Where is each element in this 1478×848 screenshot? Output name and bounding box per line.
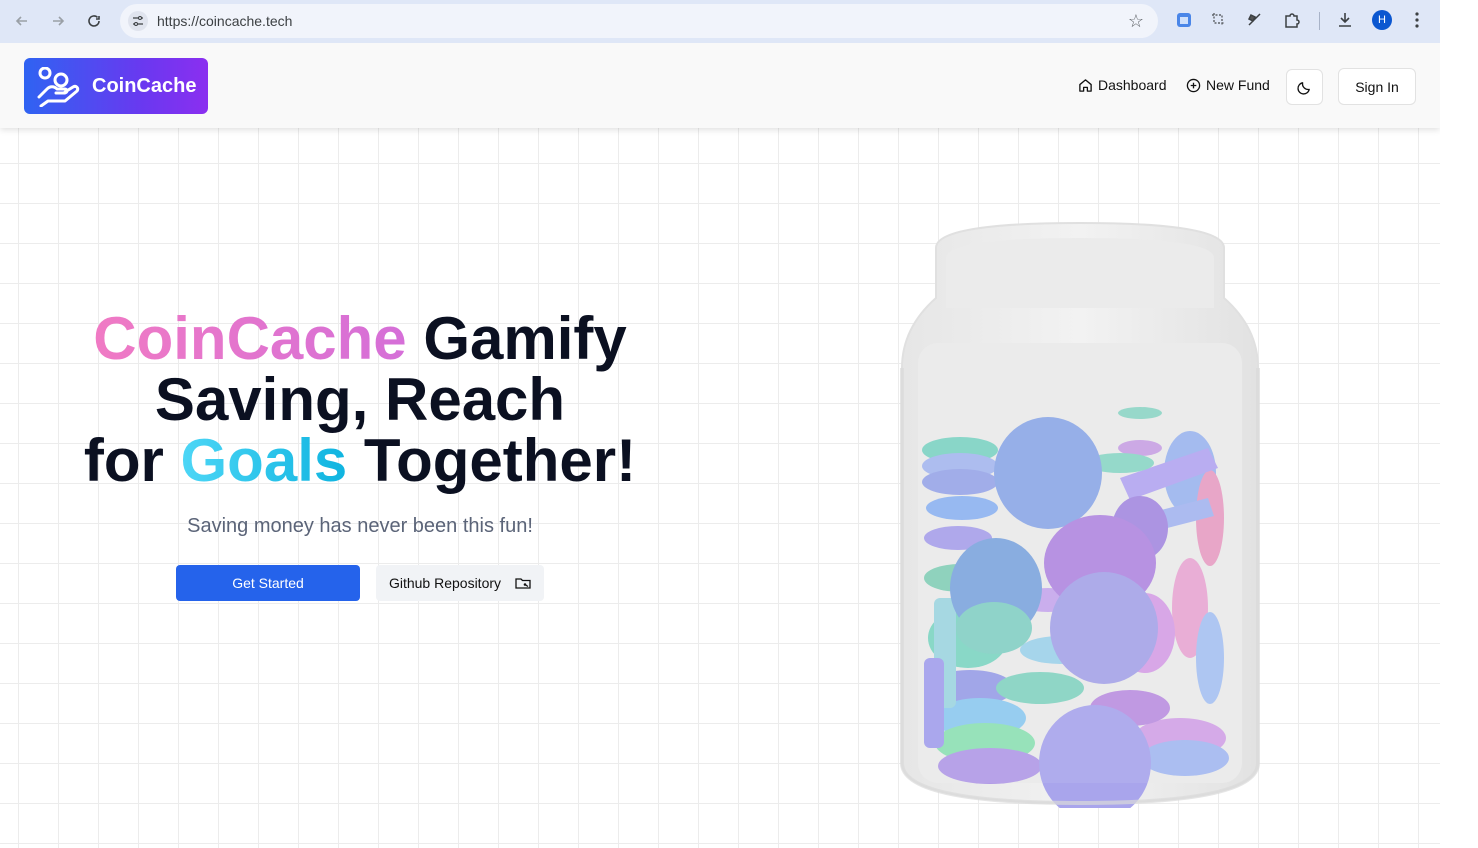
hero-title-line-2: Saving, Reach: [154, 366, 566, 433]
logo[interactable]: CoinCache: [24, 58, 208, 114]
reload-icon[interactable]: [80, 7, 108, 35]
coin-jar-illustration: [900, 221, 1260, 808]
hero-title-for: for: [83, 427, 181, 494]
menu-kebab-icon[interactable]: [1406, 9, 1428, 31]
hero-goals-word: Goals: [180, 427, 348, 494]
hero-title-gamify: Gamify: [406, 305, 627, 372]
get-started-button[interactable]: Get Started: [176, 565, 360, 601]
back-icon[interactable]: [8, 7, 36, 35]
home-icon: [1079, 78, 1092, 92]
theme-toggle-button[interactable]: [1286, 69, 1323, 105]
folder-git-icon: [515, 578, 531, 589]
download-icon[interactable]: [1334, 9, 1356, 31]
extension-icon[interactable]: [1173, 9, 1195, 31]
page-viewport: CoinCache Dashboard New Fund Sign In Coi…: [0, 43, 1440, 848]
nav-new-fund-label: New Fund: [1206, 77, 1270, 93]
logo-text: CoinCache: [92, 75, 197, 97]
nav-dashboard[interactable]: Dashboard: [1078, 77, 1167, 93]
profile-avatar[interactable]: H: [1372, 10, 1392, 30]
forward-icon[interactable]: [44, 7, 72, 35]
github-repository-button[interactable]: Github Repository: [376, 565, 544, 601]
url-text[interactable]: https://coincache.tech: [157, 13, 292, 29]
moon-icon: [1297, 81, 1310, 95]
toolbar-divider: [1319, 12, 1320, 30]
nav-dashboard-label: Dashboard: [1098, 77, 1167, 93]
hero-title-line-3: for Goals Together!: [40, 430, 680, 491]
hero-title: CoinCache Gamify Saving, Reach for Goals…: [40, 308, 680, 491]
coin-hand-icon: [37, 67, 80, 107]
plus-circle-icon: [1186, 78, 1201, 92]
hero-brand-word: CoinCache: [93, 305, 407, 372]
github-repository-label: Github Repository: [388, 575, 502, 591]
nav-new-fund[interactable]: New Fund: [1186, 77, 1270, 93]
extensions-puzzle-icon[interactable]: [1281, 9, 1303, 31]
site-settings-icon[interactable]: [128, 11, 148, 31]
hero-title-line-1: CoinCache Gamify: [40, 308, 680, 369]
hero-subtitle: Saving money has never been this fun!: [187, 515, 533, 537]
browser-toolbar: https://coincache.tech ☆ H: [0, 0, 1440, 43]
extension-icon[interactable]: [1244, 9, 1266, 31]
address-bar[interactable]: https://coincache.tech ☆: [120, 4, 1158, 38]
window-gutter: [1440, 0, 1478, 848]
bookmark-star-icon[interactable]: ☆: [1128, 11, 1144, 32]
hero-title-together: Together!: [347, 427, 637, 494]
site-header: CoinCache Dashboard New Fund Sign In: [0, 43, 1440, 128]
sign-in-button[interactable]: Sign In: [1338, 68, 1416, 105]
screenshot-extension-icon[interactable]: [1208, 9, 1230, 31]
